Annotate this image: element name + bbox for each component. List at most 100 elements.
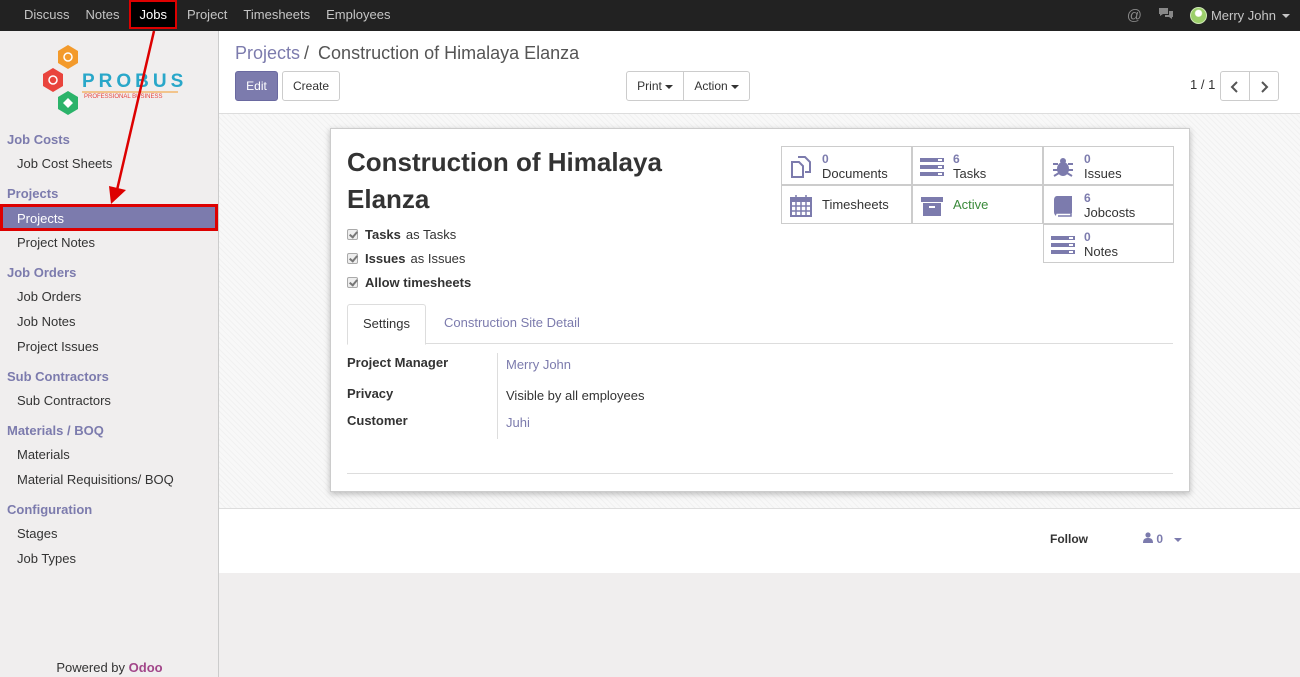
systray: @ Merry John xyxy=(1127,0,1290,31)
checkbox-tasks[interactable]: Tasks as Tasks xyxy=(347,227,456,242)
tasks-label: Tasks xyxy=(953,166,987,181)
section-projects: Projects xyxy=(7,186,59,201)
privacy-label: Privacy xyxy=(347,386,394,401)
form-sheet: Construction of Himalaya Elanza Tasks as… xyxy=(330,128,1190,492)
project-manager-label: Project Manager xyxy=(347,355,449,370)
menu-discuss[interactable]: Discuss xyxy=(16,0,78,29)
active-toggle-button[interactable]: Active xyxy=(912,185,1043,224)
follow-button[interactable]: Follow xyxy=(1050,532,1088,546)
jobcosts-button[interactable]: 6 Jobcosts xyxy=(1043,185,1174,224)
checkbox-label: Tasks xyxy=(365,227,401,242)
sheet-divider xyxy=(347,473,1173,474)
logo-graphic: PROBUSE PROFESSIONAL BUSINESS xyxy=(43,45,200,115)
tasks-button[interactable]: 6 Tasks xyxy=(912,146,1043,185)
book-icon xyxy=(1054,196,1072,217)
sidebar-item-project-issues[interactable]: Project Issues xyxy=(17,339,99,354)
sidebar-item-project-notes[interactable]: Project Notes xyxy=(17,235,95,250)
avatar xyxy=(1189,7,1207,24)
checkbox-text: as Issues xyxy=(410,251,466,266)
odoo-link[interactable]: Odoo xyxy=(129,660,163,675)
privacy-value: Visible by all employees xyxy=(506,388,645,403)
powered-prefix: Powered by xyxy=(56,660,129,675)
mention-icon[interactable]: @ xyxy=(1127,7,1142,24)
breadcrumb-separator: / xyxy=(304,43,310,63)
project-manager-value[interactable]: Merry John xyxy=(506,357,571,372)
sidebar-item-material-requisitions[interactable]: Material Requisitions/ BOQ xyxy=(17,472,174,487)
files-icon xyxy=(791,156,811,178)
company-logo[interactable]: PROBUSE PROFESSIONAL BUSINESS xyxy=(40,44,200,119)
documents-count: 0 xyxy=(822,152,829,166)
pager-next-button[interactable] xyxy=(1249,71,1279,101)
sidebar-item-sub-contractors[interactable]: Sub Contractors xyxy=(17,393,111,408)
timesheets-button[interactable]: Timesheets xyxy=(781,185,912,224)
bug-icon xyxy=(1053,158,1073,177)
sidebar-item-job-types[interactable]: Job Types xyxy=(17,551,76,566)
checkbox-icon[interactable] xyxy=(347,253,358,264)
tab-construction-site-detail[interactable]: Construction Site Detail xyxy=(429,304,595,344)
menu-notes[interactable]: Notes xyxy=(78,0,128,29)
menu-employees[interactable]: Employees xyxy=(318,0,398,29)
checkbox-allow-timesheets[interactable]: Allow timesheets xyxy=(347,275,476,290)
checkbox-label: Allow timesheets xyxy=(365,275,472,290)
documents-label: Documents xyxy=(822,166,888,181)
issues-button[interactable]: 0 Issues xyxy=(1043,146,1174,185)
sidebar-item-materials[interactable]: Materials xyxy=(17,447,70,462)
sidebar-item-job-cost-sheets[interactable]: Job Cost Sheets xyxy=(17,156,112,171)
tasks-count: 6 xyxy=(953,152,960,166)
menu-project[interactable]: Project xyxy=(179,0,235,29)
pager-previous-button[interactable] xyxy=(1220,71,1250,101)
documents-button[interactable]: 0 Documents xyxy=(781,146,912,185)
section-materials: Materials / BOQ xyxy=(7,423,104,438)
powered-by: Powered by Odoo xyxy=(0,660,219,675)
create-button[interactable]: Create xyxy=(282,71,340,101)
issues-count: 0 xyxy=(1084,152,1091,166)
notes-button[interactable]: 0 Notes xyxy=(1043,224,1174,263)
form-tabs: Settings Construction Site Detail xyxy=(347,304,1173,345)
breadcrumb-current: Construction of Himalaya Elanza xyxy=(318,43,580,63)
edit-button[interactable]: Edit xyxy=(235,71,278,101)
sidebar: PROBUSE PROFESSIONAL BUSINESS Job Costs … xyxy=(0,31,219,677)
section-job-orders: Job Orders xyxy=(7,265,77,280)
user-menu[interactable]: Merry John xyxy=(1189,7,1290,24)
sidebar-item-stages[interactable]: Stages xyxy=(17,526,57,541)
chat-icon[interactable] xyxy=(1158,7,1174,24)
project-title: Construction of Himalaya Elanza xyxy=(347,147,662,214)
print-label: Print xyxy=(637,79,662,93)
menu-jobs[interactable]: Jobs xyxy=(129,0,177,29)
checkbox-icon[interactable] xyxy=(347,277,358,288)
section-configuration: Configuration xyxy=(7,502,93,517)
chevron-down-icon xyxy=(1282,13,1290,18)
tab-settings[interactable]: Settings xyxy=(347,304,426,345)
checkbox-icon[interactable] xyxy=(347,229,358,240)
chevron-left-icon xyxy=(1230,81,1238,93)
action-label: Action xyxy=(694,79,728,93)
user-icon xyxy=(1143,532,1153,543)
sidebar-item-job-orders[interactable]: Job Orders xyxy=(17,289,81,304)
chevron-right-icon xyxy=(1261,81,1269,93)
active-label: Active xyxy=(953,197,989,212)
checkbox-issues[interactable]: Issues as Issues xyxy=(347,251,465,266)
pager-value[interactable]: 1 / 1 xyxy=(1190,77,1215,92)
chevron-down-icon xyxy=(664,84,673,89)
chatter-area xyxy=(219,573,1300,677)
jobcosts-label: Jobcosts xyxy=(1084,205,1136,220)
chevron-down-icon xyxy=(730,84,739,89)
breadcrumb: Projects / Construction of Himalaya Elanza xyxy=(235,43,579,64)
sidebar-item-projects[interactable]: Projects xyxy=(0,204,218,231)
customer-value[interactable]: Juhi xyxy=(506,415,530,430)
action-dropdown[interactable]: Action xyxy=(683,71,750,101)
issues-label: Issues xyxy=(1084,166,1122,181)
checkbox-text: as Tasks xyxy=(405,227,457,242)
customer-label: Customer xyxy=(347,413,408,428)
followers-count: 0 xyxy=(1156,532,1164,546)
breadcrumb-projects[interactable]: Projects xyxy=(235,43,300,63)
checkbox-label: Issues xyxy=(365,251,406,266)
main-menu: Discuss Notes Jobs Project Timesheets Em… xyxy=(16,0,398,31)
notes-icon xyxy=(1051,236,1075,254)
menu-timesheets[interactable]: Timesheets xyxy=(235,0,318,29)
sidebar-item-job-notes[interactable]: Job Notes xyxy=(17,314,76,329)
followers-dropdown[interactable]: 0 xyxy=(1143,532,1183,546)
section-sub-contractors: Sub Contractors xyxy=(7,369,109,384)
print-dropdown[interactable]: Print xyxy=(626,71,684,101)
field-separator xyxy=(497,353,498,439)
